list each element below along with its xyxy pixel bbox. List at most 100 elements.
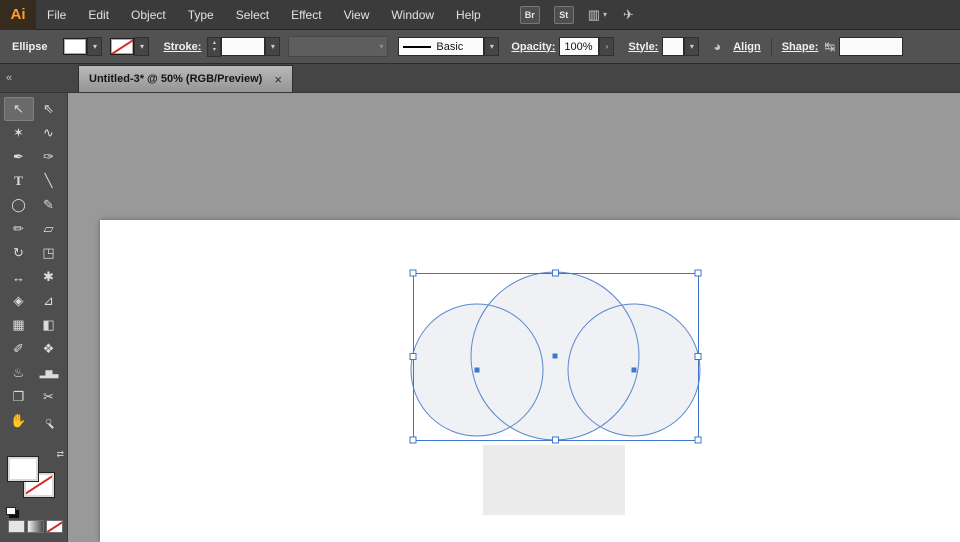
lasso-tool[interactable]: ∿ — [34, 121, 64, 145]
fill-dropdown-arrow-icon[interactable]: ▾ — [87, 37, 103, 56]
style-link[interactable]: Style: — [628, 41, 658, 53]
menu-object[interactable]: Object — [120, 0, 177, 30]
recolor-artwork-icon[interactable]: ◕ — [713, 40, 721, 53]
menu-view[interactable]: View — [333, 0, 381, 30]
document-artwork[interactable] — [68, 93, 960, 542]
menu-bar: Ai File Edit Object Type Select Effect V… — [0, 0, 960, 30]
stroke-color-swatch[interactable] — [110, 38, 135, 55]
curvature-tool[interactable]: ✑ — [34, 145, 64, 169]
line-segment-tool[interactable]: ╲ — [34, 169, 64, 193]
pencil-tool[interactable]: ✏ — [4, 217, 34, 241]
selection-handle[interactable] — [694, 436, 702, 444]
tools-panel: ↖ ⇖ ✶ ∿ ✒ ✑ T ╲ ◯ ✎ ✏ ▱ ↻ ◳ ↔ ✱ ◈ ⊿ ▦ ◧ … — [0, 93, 68, 542]
selection-handle[interactable] — [409, 353, 417, 360]
rotate-tool[interactable]: ↻ — [4, 241, 34, 265]
document-tab[interactable]: Untitled-3* @ 50% (RGB/Preview) × — [78, 65, 293, 92]
perspective-grid-tool[interactable]: ⊿ — [34, 289, 64, 313]
selection-handle[interactable] — [552, 269, 559, 277]
stroke-width-stepper[interactable]: ▴ ▾ — [207, 36, 222, 57]
gpu-performance-icon[interactable]: ✈ — [623, 7, 634, 23]
free-transform-tool[interactable]: ✱ — [34, 265, 64, 289]
anchor-point[interactable] — [474, 367, 480, 373]
slice-tool[interactable]: ✂ — [34, 385, 64, 409]
menu-file[interactable]: File — [36, 0, 77, 30]
width-tool[interactable]: ↔ — [4, 265, 34, 289]
brush-dropdown-icon[interactable]: ▾ — [484, 37, 500, 56]
menu-select[interactable]: Select — [225, 0, 280, 30]
rectangle-shape[interactable] — [483, 445, 625, 515]
stroke-panel-link[interactable]: Stroke: — [163, 41, 201, 53]
fill-color-swatch[interactable] — [63, 38, 88, 55]
style-dropdown-icon[interactable]: ▾ — [684, 37, 700, 56]
shape-builder-tool[interactable]: ◈ — [4, 289, 34, 313]
stroke-width-field[interactable] — [221, 37, 266, 56]
selection-handle[interactable] — [694, 353, 702, 360]
menu-window[interactable]: Window — [380, 0, 445, 30]
tab-close-icon[interactable]: × — [274, 72, 282, 87]
zoom-tool[interactable]: ○ — [34, 409, 64, 433]
canvas-area[interactable] — [68, 93, 960, 542]
column-graph-icon: ▂▆▃ — [39, 367, 59, 378]
style-swatch[interactable] — [662, 37, 685, 56]
graphic-style-combo[interactable]: ▾ — [662, 37, 700, 56]
anchor-point[interactable] — [552, 353, 558, 359]
width-profile-dropdown: ▾ — [288, 36, 389, 57]
selection-handle[interactable] — [409, 436, 417, 444]
stroke-width-combo[interactable]: ▾ — [221, 37, 281, 56]
workspace-switcher-icon[interactable]: ▥ — [588, 7, 600, 23]
menu-edit[interactable]: Edit — [77, 0, 120, 30]
direct-selection-tool[interactable]: ⇖ — [34, 97, 64, 121]
none-button[interactable] — [46, 520, 63, 533]
menu-effect[interactable]: Effect — [280, 0, 332, 30]
shape-link[interactable]: Shape: — [782, 41, 819, 53]
stroke-color-picker[interactable]: ▾ — [110, 37, 150, 56]
default-fill-stroke-icon[interactable] — [6, 507, 16, 515]
app-logo: Ai — [0, 0, 36, 30]
opacity-arrow-icon[interactable]: › — [599, 37, 615, 56]
mesh-tool[interactable]: ▦ — [4, 313, 34, 337]
stroke-width-dropdown-icon[interactable]: ▾ — [265, 37, 281, 56]
toolbar-collapse-icon[interactable]: « — [6, 72, 26, 84]
gradient-tool[interactable]: ◧ — [34, 313, 64, 337]
stepper-down-icon[interactable]: ▾ — [213, 47, 216, 54]
opacity-field[interactable]: 100% — [559, 37, 600, 56]
stock-button[interactable]: St — [553, 5, 574, 24]
column-graph-tool[interactable]: ▂▆▃ — [34, 361, 64, 385]
blend-icon: ❖ — [42, 341, 55, 356]
brush-definition-field[interactable]: Basic — [398, 37, 485, 56]
eraser-tool[interactable]: ▱ — [34, 217, 64, 241]
shape-properties-field[interactable] — [839, 37, 904, 56]
hand-tool[interactable]: ✋ — [4, 409, 34, 433]
gradient-button[interactable] — [27, 520, 44, 533]
blend-tool[interactable]: ❖ — [34, 337, 64, 361]
selection-handle[interactable] — [694, 269, 702, 277]
fill-swatch[interactable] — [7, 456, 39, 482]
swap-fill-stroke-icon[interactable]: ⇄ — [56, 449, 64, 460]
magic-wand-tool[interactable]: ✶ — [4, 121, 34, 145]
align-link[interactable]: Align — [733, 41, 761, 53]
stroke-dropdown-arrow-icon[interactable]: ▾ — [134, 37, 150, 56]
opacity-link[interactable]: Opacity: — [511, 41, 555, 53]
brush-definition-combo[interactable]: Basic ▾ — [398, 37, 500, 56]
type-tool[interactable]: T — [4, 169, 34, 193]
paintbrush-tool[interactable]: ✎ — [34, 193, 64, 217]
eyedropper-tool[interactable]: ✐ — [4, 337, 34, 361]
artboard-tool[interactable]: ❐ — [4, 385, 34, 409]
symbol-sprayer-icon: ♨ — [12, 365, 25, 380]
selection-handle[interactable] — [409, 269, 417, 277]
menu-type[interactable]: Type — [177, 0, 225, 30]
ellipse-tool[interactable]: ◯ — [4, 193, 34, 217]
bridge-button[interactable]: Br — [519, 5, 540, 24]
stepper-up-icon[interactable]: ▴ — [213, 40, 216, 47]
menu-help[interactable]: Help — [445, 0, 492, 30]
anchor-point[interactable] — [631, 367, 637, 373]
workspace-caret-icon[interactable]: ▾ — [603, 10, 607, 19]
selection-tool[interactable]: ↖ — [3, 97, 34, 121]
color-button[interactable] — [8, 520, 25, 533]
selection-handle[interactable] — [552, 436, 559, 444]
scale-tool[interactable]: ◳ — [34, 241, 64, 265]
fill-color-picker[interactable]: ▾ — [63, 37, 103, 56]
symbol-sprayer-tool[interactable]: ♨ — [4, 361, 34, 385]
shape-mode-icon: ↹ — [824, 39, 836, 54]
pen-tool[interactable]: ✒ — [4, 145, 34, 169]
